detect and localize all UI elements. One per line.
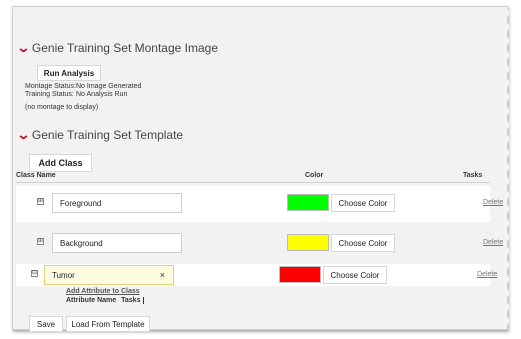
- template-section-title: Genie Training Set Template: [31, 128, 184, 142]
- delete-link[interactable]: Delete: [483, 239, 503, 246]
- add-class-button[interactable]: Add Class: [29, 154, 92, 172]
- run-analysis-button[interactable]: Run Analysis: [37, 65, 101, 81]
- training-status-value: No Analysis Run: [76, 91, 128, 98]
- column-color: Color: [305, 172, 324, 179]
- load-from-template-button[interactable]: Load From Template: [66, 316, 150, 332]
- color-swatch[interactable]: [287, 194, 329, 211]
- torn-edge: [505, 7, 513, 329]
- color-swatch[interactable]: [287, 234, 329, 251]
- collapse-icon[interactable]: ⊟: [31, 270, 38, 277]
- class-name-input[interactable]: Tumor ×: [44, 265, 174, 285]
- montage-section-header[interactable]: ⌄ Genie Training Set Montage Image: [16, 40, 219, 56]
- choose-color-button[interactable]: Choose Color: [331, 234, 395, 252]
- chevron-down-icon: ⌄: [16, 127, 31, 142]
- class-name-input[interactable]: Background: [52, 233, 182, 253]
- delete-link[interactable]: Delete: [483, 199, 503, 206]
- expand-icon[interactable]: ⊞: [37, 238, 44, 245]
- no-montage-text: (no montage to display): [25, 104, 99, 111]
- class-name-value: Tumor: [52, 271, 75, 280]
- clear-icon[interactable]: ×: [160, 270, 165, 280]
- class-table-header: Class Name Color Tasks: [16, 172, 490, 183]
- montage-status-label: Montage Status:: [25, 83, 76, 90]
- save-button[interactable]: Save: [29, 316, 63, 332]
- class-name-input[interactable]: Foreground: [52, 193, 182, 213]
- montage-status-value: No Image Generated: [76, 83, 142, 90]
- attribute-tasks-column: Tasks: [121, 297, 145, 304]
- chevron-down-icon: ⌄: [16, 40, 31, 55]
- expand-icon[interactable]: ⊞: [37, 198, 44, 205]
- attribute-name-column: Attribute Name: [66, 297, 117, 304]
- attribute-header: Attribute Name Tasks: [66, 297, 145, 305]
- column-tasks: Tasks: [463, 172, 483, 179]
- training-status-label: Training Status:: [25, 91, 74, 98]
- choose-color-button[interactable]: Choose Color: [331, 194, 395, 212]
- column-class-name: Class Name: [16, 172, 56, 179]
- template-section-header[interactable]: ⌄ Genie Training Set Template: [16, 127, 184, 143]
- delete-link[interactable]: Delete: [477, 271, 497, 278]
- choose-color-button[interactable]: Choose Color: [323, 266, 387, 284]
- add-attribute-link[interactable]: Add Attribute to Class: [66, 288, 140, 295]
- montage-section-title: Genie Training Set Montage Image: [31, 41, 219, 55]
- color-swatch[interactable]: [279, 266, 321, 283]
